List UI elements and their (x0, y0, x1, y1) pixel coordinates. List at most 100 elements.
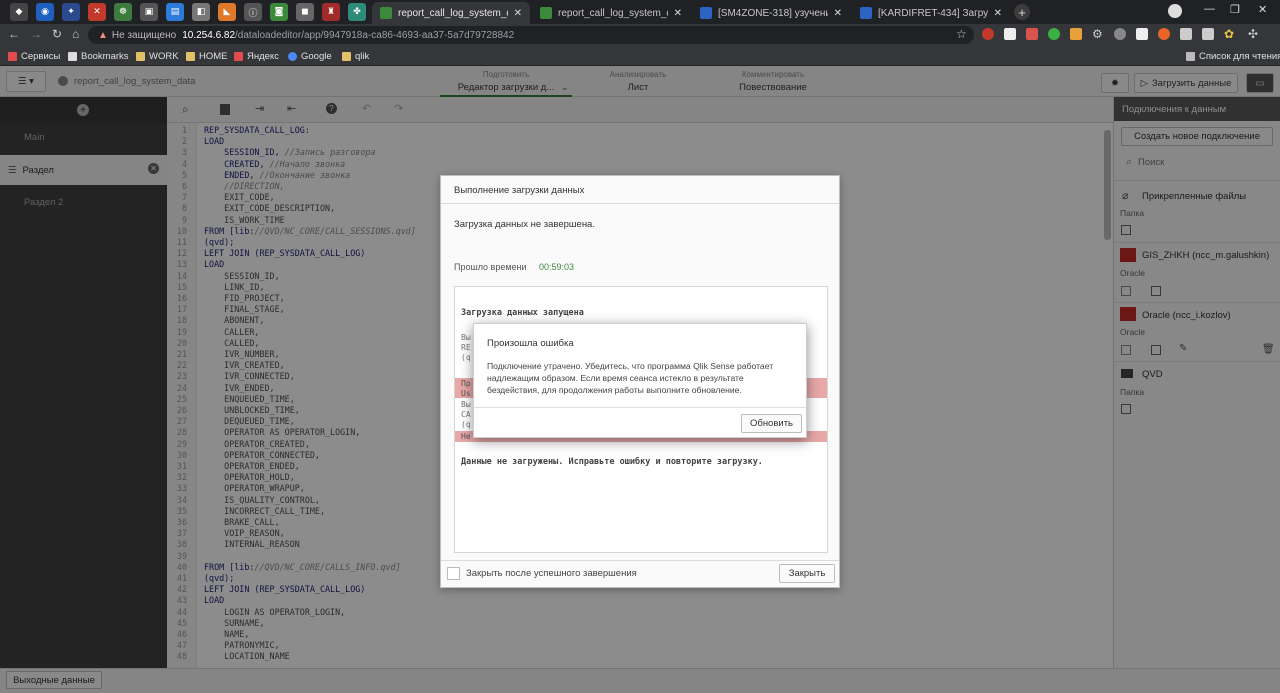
bookmark-item[interactable]: WORK (136, 49, 179, 63)
browser-tab[interactable]: report_call_log_system_data | Dat ✕ (532, 2, 690, 24)
profile-icon[interactable] (1168, 4, 1182, 18)
log-line: Пр (461, 379, 471, 388)
folder-icon (186, 51, 195, 61)
extension-icon[interactable]: ✿ (1224, 27, 1234, 41)
close-tab-icon[interactable]: ✕ (674, 8, 682, 19)
reading-list-button[interactable]: Список для чтения (1186, 49, 1280, 63)
tab-title: [KARDIFRET-434] Загрузить БД в (878, 7, 988, 19)
close-tab-icon[interactable]: ✕ (994, 8, 1002, 19)
home-icon[interactable]: ⌂ (72, 27, 79, 41)
folder-icon (136, 51, 145, 61)
error-title: Произошла ошибка (487, 338, 574, 349)
bookmark-item[interactable]: Google (288, 49, 332, 63)
log-start-line: Загрузка данных запущена (461, 308, 584, 318)
close-tab-icon[interactable]: ✕ (514, 8, 522, 19)
pinned-tab-icon[interactable]: ✤ (348, 3, 366, 21)
log-end-line: Данные не загружены. Исправьте ошибку и … (461, 457, 763, 467)
pinned-tab-icon[interactable]: ☸ (114, 3, 132, 21)
apps-icon (8, 51, 17, 61)
browser-tab[interactable]: [SM4ZONE-318] узучение БИ qlik ✕ (692, 2, 850, 24)
close-after-checkbox[interactable] (447, 567, 460, 580)
adblock-icon[interactable] (982, 28, 994, 40)
elapsed-value: 00:59:03 (539, 262, 575, 272)
extension-icon[interactable] (1158, 28, 1170, 40)
extension-icon[interactable] (1136, 28, 1148, 40)
forward-icon[interactable]: → (30, 27, 42, 41)
bookmark-item[interactable]: Bookmarks (68, 49, 129, 63)
security-label: Не защищено (111, 29, 177, 41)
refresh-button[interactable]: Обновить (741, 414, 802, 433)
pinned-tab-icon[interactable]: ✦ (62, 3, 80, 21)
minimize-icon[interactable]: — (1204, 3, 1215, 15)
bookmark-label: Google (301, 50, 332, 62)
browser-tab[interactable]: report_call_log_system_data | Ре ✕ (372, 2, 530, 24)
pinned-tab-icon[interactable]: ⓘ (244, 3, 262, 21)
back-icon[interactable]: ← (8, 27, 20, 41)
extension-icon[interactable] (1048, 28, 1060, 40)
bookmark-label: WORK (149, 50, 179, 62)
extension-icon[interactable] (1180, 28, 1192, 40)
elapsed-label: Прошло времени (454, 262, 527, 272)
reload-icon[interactable]: ↻ (52, 27, 62, 41)
dialog-title: Выполнение загрузки данных (454, 185, 585, 196)
extension-icon[interactable] (1026, 28, 1038, 40)
url-path: /dataloadeditor/app/9947918a-ca86-4693-a… (235, 29, 515, 41)
pinned-tab-icon[interactable]: ▤ (166, 3, 184, 21)
pinned-tab-icon[interactable]: ♜ (322, 3, 340, 21)
browser-tab[interactable]: [KARDIFRET-434] Загрузить БД в ✕ (852, 2, 1010, 24)
extension-icon[interactable] (1070, 28, 1082, 40)
log-line: (q (461, 353, 471, 362)
bookmark-item[interactable]: HOME (186, 49, 228, 63)
bookmark-item[interactable]: Сервисы (8, 49, 60, 63)
reading-list-label: Список для чтения (1199, 50, 1280, 62)
pinned-tab-icon[interactable]: ◆ (10, 3, 28, 21)
jira-favicon-icon (860, 7, 872, 19)
google-icon (288, 51, 297, 61)
pinned-tab-icon[interactable]: ▣ (140, 3, 158, 21)
folder-icon (342, 51, 351, 61)
bookmark-label: HOME (199, 50, 228, 62)
warning-icon: ▲ (98, 29, 108, 41)
close-button[interactable]: Закрыть (779, 564, 835, 583)
new-tab-button[interactable]: + (1014, 4, 1030, 20)
pinned-tab-icon[interactable]: ◉ (36, 3, 54, 21)
pinned-tab-icon[interactable]: ◙ (270, 3, 288, 21)
divider (474, 407, 806, 408)
qlik-favicon-icon (380, 7, 392, 19)
extension-icon[interactable] (1004, 28, 1016, 40)
error-dialog: Произошла ошибка Подключение утрачено. У… (473, 323, 807, 438)
bookmark-label: Сервисы (21, 50, 61, 62)
close-window-icon[interactable]: ✕ (1258, 3, 1267, 16)
qlik-favicon-icon (540, 7, 552, 19)
pinned-tab-icon[interactable]: ✕ (88, 3, 106, 21)
close-after-label: Закрыть после успешного завершения (466, 568, 637, 579)
log-line: Вы (461, 333, 471, 342)
pinned-tab-icon[interactable]: ◼ (296, 3, 314, 21)
puzzle-icon[interactable]: ✣ (1248, 27, 1258, 41)
error-message: Подключение утрачено. Убедитесь, что про… (487, 361, 774, 395)
settings-gear-icon[interactable]: ⚙ (1092, 27, 1103, 41)
tab-title: report_call_log_system_data | Ре (398, 7, 508, 19)
jira-favicon-icon (700, 7, 712, 19)
url-field[interactable]: ▲ Не защищено 10.254.6.82 /dataloadedito… (88, 26, 974, 44)
star-icon (68, 51, 77, 61)
bookmark-star-icon[interactable]: ☆ (956, 27, 967, 41)
bookmark-item[interactable]: Яндекс (234, 49, 279, 63)
pinned-tab-icon[interactable]: ◧ (192, 3, 210, 21)
pinned-tab-icon[interactable]: ◣ (218, 3, 236, 21)
bookmark-item[interactable]: qlik (342, 49, 369, 63)
log-line: (q (461, 420, 471, 429)
divider (441, 560, 839, 561)
log-line: Вы (461, 400, 471, 409)
bookmark-label: qlik (355, 50, 370, 62)
log-line: RE (461, 343, 471, 352)
close-tab-icon[interactable]: ✕ (834, 8, 842, 19)
maximize-icon[interactable]: ❐ (1230, 3, 1240, 16)
yandex-icon (234, 51, 243, 61)
bookmark-label: Bookmarks (81, 50, 129, 62)
extension-icon[interactable] (1202, 28, 1214, 40)
tab-title: report_call_log_system_data | Dat (558, 7, 668, 19)
extension-icon[interactable] (1114, 28, 1126, 40)
divider (441, 203, 839, 204)
log-line: CA (461, 410, 471, 419)
